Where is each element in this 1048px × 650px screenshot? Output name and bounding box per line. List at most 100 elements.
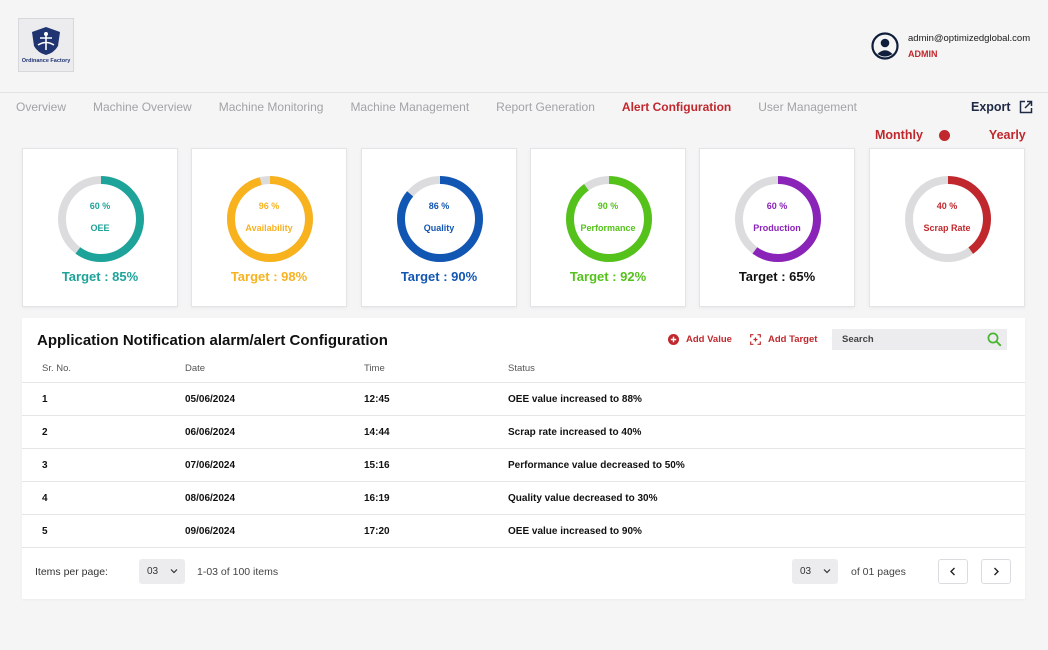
yearly-option[interactable]: Yearly [989,128,1026,142]
donut-gauge [397,176,483,262]
gauge-label: Scrap Rate [923,223,971,233]
tab-alert-configuration[interactable]: Alert Configuration [622,100,731,114]
cell-time: 12:45 [364,393,390,405]
nav-divider [0,92,1048,93]
cell-date: 07/06/2024 [185,459,236,471]
add-target-button[interactable]: Add Target [750,334,817,345]
kpi-card-quality[interactable]: 86 % Quality Target : 90% [361,148,517,307]
tab-overview[interactable]: Overview [16,100,66,114]
table-row[interactable]: 3 07/06/2024 15:16 Performance value dec… [22,449,1025,482]
export-button[interactable]: Export [971,100,1033,114]
gauge-target: Target : 98% [230,269,308,284]
donut-gauge [227,176,313,262]
table-header: Sr. No. Date Time Status [22,354,1025,383]
chevron-down-icon [823,569,831,574]
plus-circle-icon [668,334,679,345]
cell-time: 17:20 [364,525,390,537]
next-page-button[interactable] [981,559,1011,584]
toggle-dot[interactable] [938,129,950,141]
user-avatar-icon[interactable] [871,32,899,60]
cell-sr-no: 1 [42,393,48,405]
column-header: Status [508,362,535,374]
kpi-card-oee[interactable]: 60 % OEE Target : 85% [22,148,178,307]
main-nav: Overview Machine Overview Machine Monito… [16,100,884,114]
gauge-progress-arc [227,176,313,262]
chevron-left-icon [950,567,955,576]
user-role: ADMIN [908,49,938,59]
donut-gauge [905,176,991,262]
kpi-card-availability[interactable]: 96 % Availability Target : 98% [191,148,347,307]
company-logo: Ordinance Factory [18,18,74,72]
kpi-card-performance[interactable]: 90 % Performance Target : 92% [530,148,686,307]
gauge-label: Production [753,223,801,233]
cell-time: 15:16 [364,459,390,471]
gauge-percent: 90 % [597,201,619,211]
gauge-percent: 40 % [936,201,958,211]
gauge-percent: 96 % [258,201,280,211]
gauge-label: Quality [423,223,455,233]
gauge-progress-arc [566,176,652,262]
tab-machine-monitoring[interactable]: Machine Monitoring [219,100,324,114]
add-value-label: Add Value [686,334,732,345]
prev-page-button[interactable] [938,559,968,584]
search-icon[interactable] [987,332,1002,347]
tab-user-management[interactable]: User Management [758,100,857,114]
items-range: 1-03 of 100 items [197,566,279,578]
column-header: Time [364,362,385,374]
gauge-label: Performance [580,223,636,233]
gauge-percent: 60 % [766,201,788,211]
pages-text: of 01 pages [851,566,906,578]
gauge-target: Target : 92% [569,269,647,284]
donut-gauge [58,176,144,262]
panel-title: Application Notification alarm/alert Con… [37,332,388,349]
gauge-percent: 86 % [428,201,450,211]
tab-report-generation[interactable]: Report Generation [496,100,595,114]
items-per-page-label: Items per page: [35,566,108,578]
kpi-card-production[interactable]: 60 % Production Target : 65% [699,148,855,307]
tab-machine-overview[interactable]: Machine Overview [93,100,192,114]
cell-sr-no: 5 [42,525,48,537]
items-per-page-value: 03 [147,566,159,577]
column-header: Sr. No. [42,362,72,374]
cell-status: Quality value decreased to 30% [508,492,658,504]
gauge-percent: 60 % [89,201,111,211]
tab-machine-management[interactable]: Machine Management [350,100,469,114]
cell-sr-no: 2 [42,426,48,438]
cell-date: 09/06/2024 [185,525,236,537]
items-per-page-select[interactable]: 03 [139,559,185,584]
cell-status: OEE value increased to 88% [508,393,642,405]
cell-status: Scrap rate increased to 40% [508,426,642,438]
table-row[interactable]: 2 06/06/2024 14:44 Scrap rate increased … [22,416,1025,449]
search-input[interactable] [842,334,982,345]
add-target-label: Add Target [768,334,818,345]
kpi-card-scrap-rate[interactable]: 40 % Scrap Rate [869,148,1025,307]
cell-sr-no: 3 [42,459,48,471]
gauge-target: Target : 90% [400,269,478,284]
monthly-option[interactable]: Monthly [875,128,923,142]
table-row[interactable]: 4 08/06/2024 16:19 Quality value decreas… [22,482,1025,515]
table-row[interactable]: 5 09/06/2024 17:20 OEE value increased t… [22,515,1025,548]
logo-text: Ordinance Factory [21,58,71,64]
cell-status: Performance value decreased to 50% [508,459,685,471]
cell-date: 05/06/2024 [185,393,236,405]
ordnance-emblem-icon [32,27,60,55]
chevron-down-icon [170,569,178,574]
cell-time: 16:19 [364,492,390,504]
user-email: admin@optimizedglobal.com [908,33,1031,44]
add-value-button[interactable]: Add Value [668,334,732,345]
gauge-label: OEE [90,223,110,233]
cell-date: 06/06/2024 [185,426,236,438]
page-select[interactable]: 03 [792,559,838,584]
gauge-target: Target : 85% [61,269,139,284]
gauge-target: Target : 65% [738,269,816,284]
search-box[interactable] [832,329,1007,350]
chevron-right-icon [994,567,999,576]
cell-status: OEE value increased to 90% [508,525,642,537]
user-profile[interactable]: admin@optimizedglobal.com ADMIN [871,32,1030,60]
donut-gauge [735,176,821,262]
cell-time: 14:44 [364,426,390,438]
table-row[interactable]: 1 05/06/2024 12:45 OEE value increased t… [22,383,1025,416]
period-toggle[interactable]: Monthly Yearly [875,128,1026,142]
cell-date: 08/06/2024 [185,492,236,504]
external-link-icon [1019,100,1032,114]
